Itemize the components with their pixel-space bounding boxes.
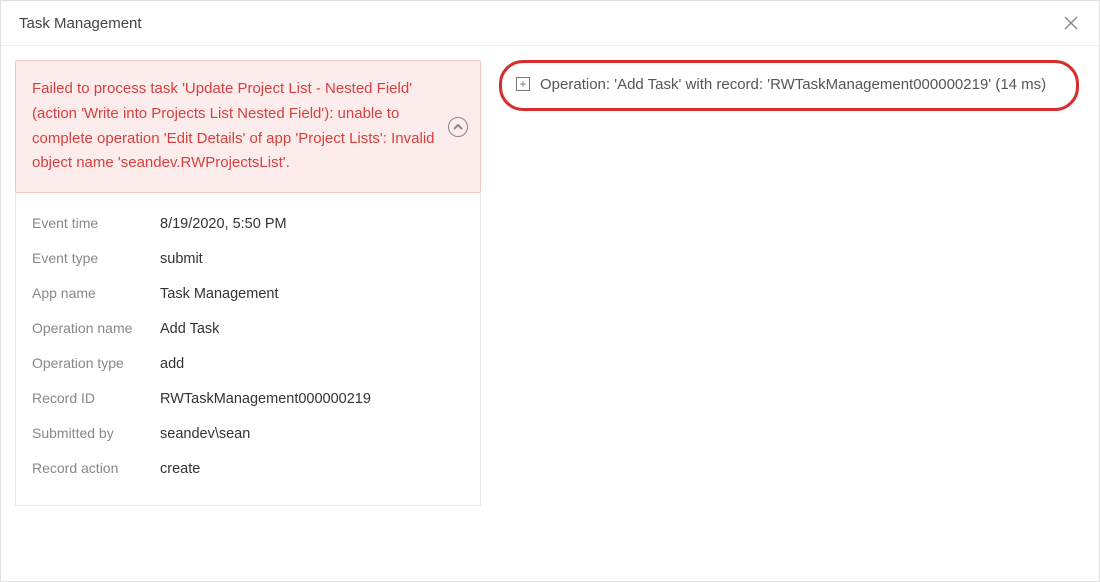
detail-label: Record ID: [32, 390, 160, 406]
operation-row: + Operation: 'Add Task' with record: 'RW…: [499, 60, 1079, 111]
error-message-text: Failed to process task 'Update Project L…: [32, 80, 435, 171]
modal-header: Task Management: [1, 1, 1099, 46]
task-management-modal: Task Management Failed to process task '…: [0, 0, 1100, 582]
detail-label: Operation name: [32, 320, 160, 336]
detail-value: submit: [160, 251, 203, 267]
detail-label: Record action: [32, 460, 160, 476]
detail-value: 8/19/2020, 5:50 PM: [160, 216, 287, 232]
modal-title: Task Management: [19, 15, 142, 32]
details-box: Event time 8/19/2020, 5:50 PM Event type…: [15, 193, 481, 506]
error-message-box: Failed to process task 'Update Project L…: [15, 60, 481, 193]
detail-value: seandev\sean: [160, 426, 250, 442]
detail-label: App name: [32, 285, 160, 301]
detail-row: App name Task Management: [32, 285, 464, 302]
detail-row: Operation name Add Task: [32, 320, 464, 337]
detail-label: Event type: [32, 250, 160, 266]
operation-text: Operation: 'Add Task' with record: 'RWTa…: [540, 73, 1046, 98]
collapse-toggle[interactable]: [448, 117, 468, 137]
detail-value: create: [160, 461, 200, 477]
right-pane: + Operation: 'Add Task' with record: 'RW…: [495, 46, 1099, 581]
detail-value: RWTaskManagement000000219: [160, 391, 371, 407]
left-pane: Failed to process task 'Update Project L…: [1, 46, 495, 581]
modal-body: Failed to process task 'Update Project L…: [1, 46, 1099, 581]
close-icon: [1063, 15, 1079, 31]
detail-value: Task Management: [160, 286, 278, 302]
detail-row: Record ID RWTaskManagement000000219: [32, 390, 464, 407]
detail-row: Event time 8/19/2020, 5:50 PM: [32, 215, 464, 232]
detail-label: Submitted by: [32, 425, 160, 441]
detail-row: Submitted by seandev\sean: [32, 425, 464, 442]
chevron-up-icon: [453, 124, 463, 130]
detail-row: Record action create: [32, 460, 464, 477]
expand-toggle[interactable]: +: [516, 77, 530, 91]
detail-label: Event time: [32, 215, 160, 231]
plus-icon: +: [519, 78, 526, 90]
detail-value: add: [160, 356, 184, 372]
detail-row: Operation type add: [32, 355, 464, 372]
close-button[interactable]: [1061, 13, 1081, 33]
detail-row: Event type submit: [32, 250, 464, 267]
detail-value: Add Task: [160, 321, 219, 337]
detail-label: Operation type: [32, 355, 160, 371]
